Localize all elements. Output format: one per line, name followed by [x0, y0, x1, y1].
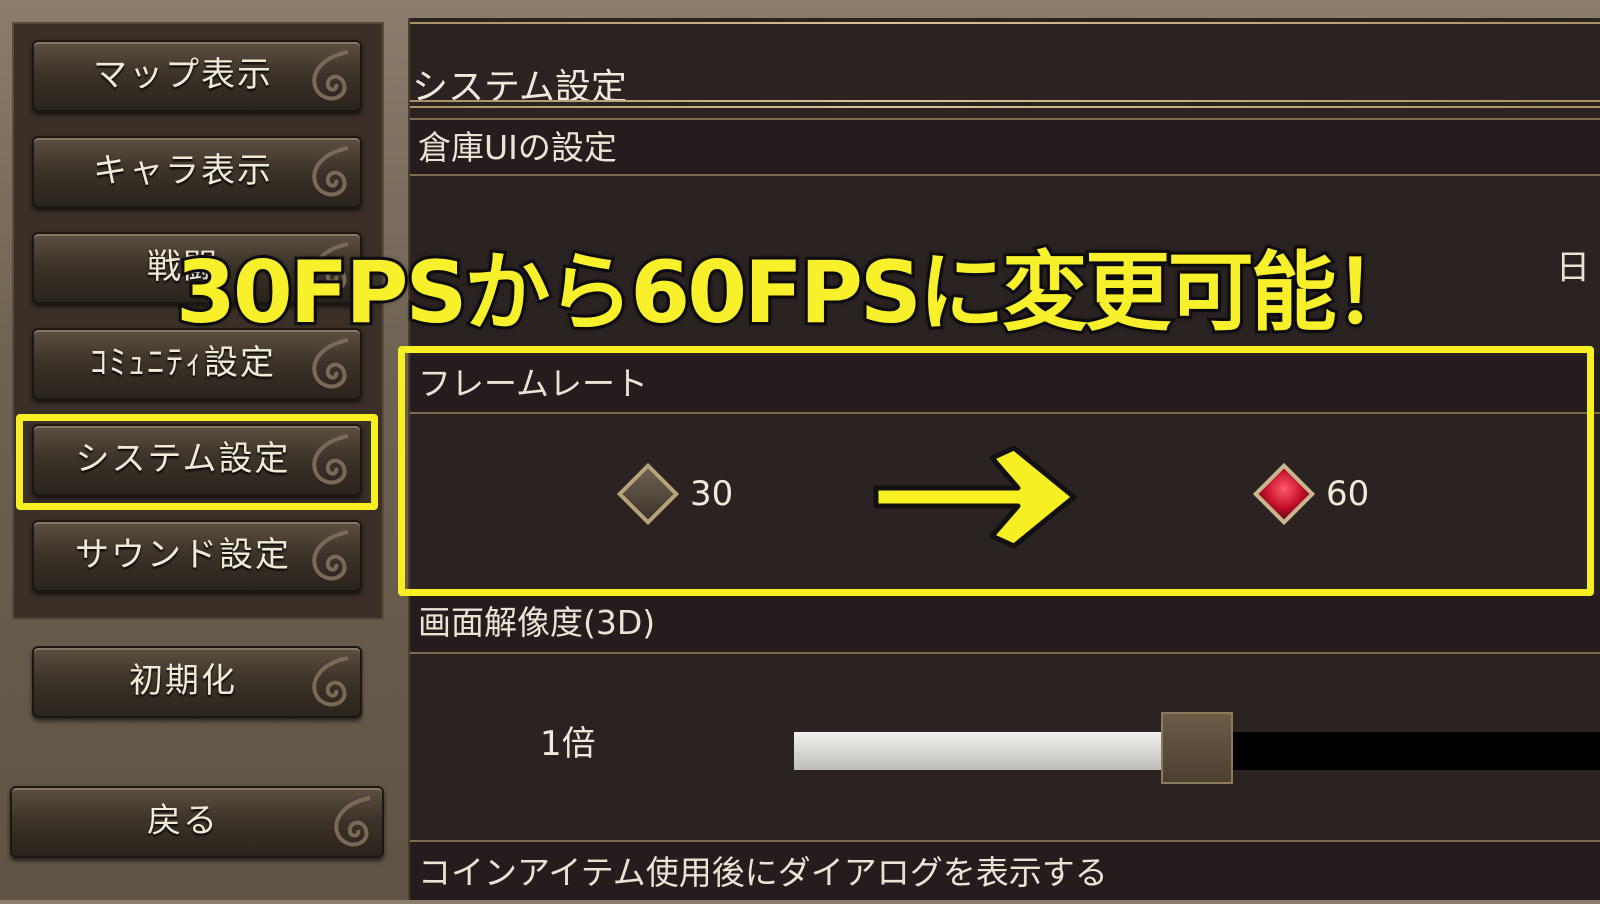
menu-button-map[interactable]: マップ表示 — [32, 40, 362, 112]
swirl-ornament-icon — [312, 146, 349, 197]
menu-button-label: マップ表示 — [93, 55, 273, 95]
swirl-ornament-icon — [312, 50, 349, 101]
divider — [410, 100, 1600, 102]
slider-fill — [794, 732, 1197, 770]
slider-thumb[interactable] — [1161, 712, 1233, 784]
back-button[interactable]: 戻る — [10, 786, 384, 858]
menu-button-label: ｺﾐｭﾆﾃｨ設定 — [90, 343, 276, 383]
section-resolution: 画面解像度(3D) — [410, 596, 1600, 654]
resolution-value-label: 1倍 — [540, 724, 596, 764]
resolution-slider[interactable] — [794, 712, 1600, 784]
section-warehouse-ui: 倉庫UIの設定 — [410, 118, 1600, 176]
menu-button-label: キャラ表示 — [93, 151, 273, 191]
back-button-label: 戻る — [147, 801, 219, 841]
overlay-banner: 30FPSから60FPSに変更可能！ — [173, 240, 1423, 346]
section-title: コインアイテム使用後にダイアログを表示する — [418, 853, 1108, 892]
reset-button-label: 初期化 — [129, 661, 237, 701]
highlight-frame-framerate — [398, 346, 1594, 596]
swirl-ornament-icon — [312, 530, 349, 581]
menu-button-character[interactable]: キャラ表示 — [32, 136, 362, 208]
menu-button-label: サウンド設定 — [75, 535, 291, 575]
swirl-ornament-icon — [312, 656, 349, 707]
page-title: システム設定 — [412, 67, 627, 108]
obscured-option-label: 日 — [1556, 248, 1590, 288]
divider — [410, 22, 1600, 24]
section-coin-item: コインアイテム使用後にダイアログを表示する — [410, 840, 1600, 900]
section-title: 倉庫UIの設定 — [418, 128, 617, 167]
section-title: 画面解像度(3D) — [418, 603, 656, 642]
swirl-ornament-icon — [334, 796, 371, 847]
reset-button[interactable]: 初期化 — [32, 646, 362, 718]
menu-button-sound[interactable]: サウンド設定 — [32, 520, 362, 592]
divider — [410, 106, 1600, 108]
highlight-frame-system — [16, 414, 378, 510]
